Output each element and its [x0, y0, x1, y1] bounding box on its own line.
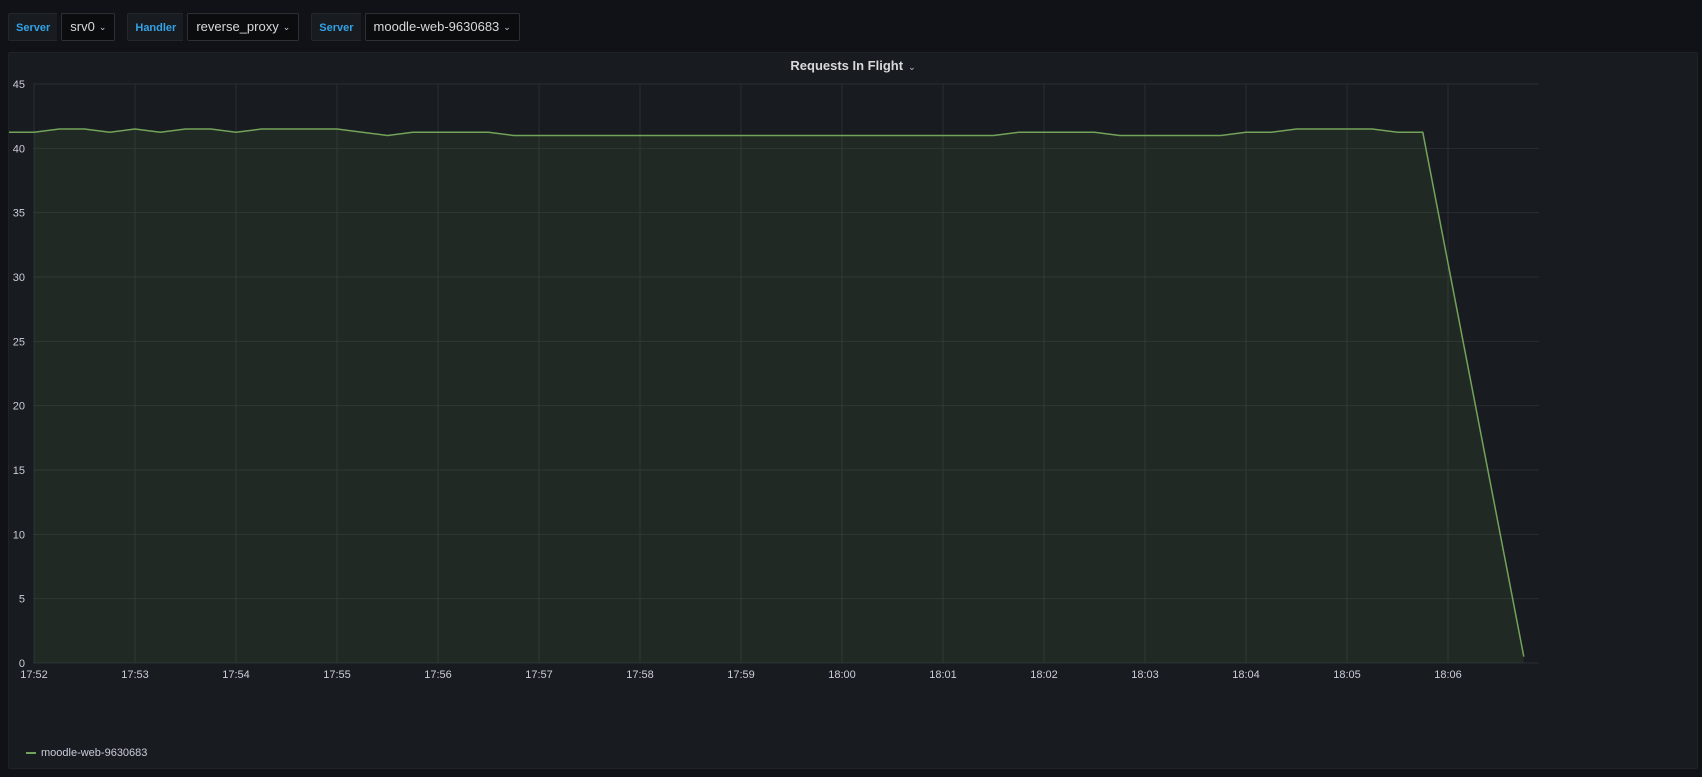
chevron-down-icon: ⌄: [503, 22, 511, 32]
handler-select[interactable]: reverse_proxy ⌄: [187, 13, 300, 41]
y-tick-label: 10: [13, 529, 25, 541]
y-tick-label: 35: [13, 208, 25, 220]
legend-label: moodle-web-9630683: [41, 747, 148, 759]
x-tick-label: 17:57: [525, 669, 553, 681]
variable-handler: Handler reverse_proxy ⌄: [127, 13, 300, 41]
x-tick-label: 17:52: [20, 669, 48, 681]
variable-server-2: Server moodle-web-9630683 ⌄: [311, 13, 520, 41]
y-tick-label: 15: [13, 465, 25, 477]
chevron-down-icon: ⌄: [282, 22, 291, 32]
variable-bar: Server srv0 ⌄ Handler reverse_proxy ⌄ Se…: [8, 13, 532, 41]
graph-panel: Requests In Flight ⌄ 0 5 10 15 20 25 30 35 40 45 17…: [8, 52, 1698, 769]
y-tick-label: 30: [13, 272, 25, 284]
legend[interactable]: moodle-web-9630683: [26, 747, 147, 759]
variable-label-server: Server: [8, 13, 58, 41]
y-tick-label: 45: [13, 79, 25, 91]
x-tick-label: 18:00: [828, 669, 856, 681]
chevron-down-icon: ⌄: [98, 22, 107, 32]
x-tick-label: 17:53: [121, 669, 149, 681]
legend-swatch: [26, 752, 36, 754]
server-select-value: srv0: [70, 19, 95, 34]
x-tick-label: 17:55: [323, 669, 351, 681]
server-select[interactable]: srv0 ⌄: [61, 13, 116, 41]
x-tick-label: 18:03: [1131, 669, 1159, 681]
instance-select[interactable]: moodle-web-9630683 ⌄: [364, 13, 520, 41]
x-tick-label: 17:54: [222, 669, 250, 681]
y-tick-label: 5: [19, 594, 25, 606]
handler-select-value: reverse_proxy: [196, 19, 279, 34]
x-tick-label: 17:59: [727, 669, 755, 681]
series-area-fill: [9, 129, 1524, 663]
variable-server-1: Server srv0 ⌄: [8, 13, 116, 41]
x-tick-label: 18:06: [1434, 669, 1462, 681]
y-tick-label: 25: [13, 336, 25, 348]
y-tick-label: 20: [13, 401, 25, 413]
requests-chart: 05101520253035404517:52 17:53 17:54 17:55 17…: [9, 79, 1539, 681]
x-tick-label: 18:05: [1333, 669, 1361, 681]
x-tick-label: 18:04: [1232, 669, 1260, 681]
x-tick-label: 17:58: [626, 669, 654, 681]
instance-select-value: moodle-web-9630683: [373, 19, 500, 34]
x-tick-label: 18:02: [1030, 669, 1058, 681]
variable-label-handler: Handler: [127, 13, 184, 41]
y-tick-label: 40: [13, 143, 25, 155]
x-tick-label: 17:56: [424, 669, 452, 681]
x-tick-label: 18:01: [929, 669, 957, 681]
variable-label-server-2: Server: [311, 13, 361, 41]
